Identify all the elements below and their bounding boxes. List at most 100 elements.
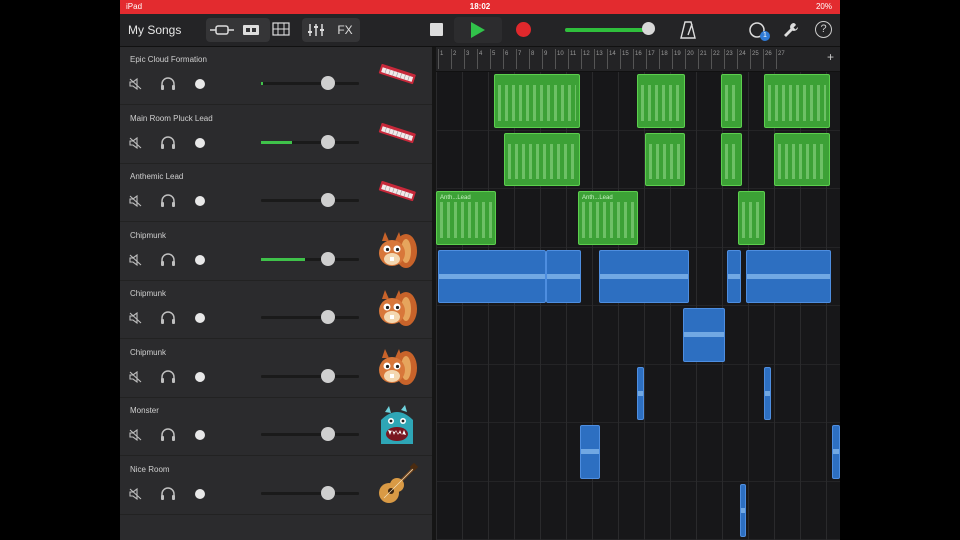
track-volume-knob[interactable] [320, 134, 335, 149]
track-lane[interactable] [436, 189, 840, 248]
track-header[interactable]: Epic Cloud Formation [120, 47, 432, 105]
tracks-view-icon[interactable] [242, 22, 260, 38]
add-section-icon[interactable]: + [827, 50, 834, 64]
mute-icon[interactable] [129, 194, 143, 208]
track-volume-slider[interactable] [261, 310, 359, 324]
guitar-icon[interactable] [375, 462, 419, 507]
track-lane[interactable] [436, 423, 840, 482]
track-volume-knob[interactable] [320, 368, 335, 383]
midi-region[interactable]: Anth...Lead [578, 191, 638, 245]
keyboard-icon[interactable] [375, 170, 419, 214]
record-enable-button[interactable] [195, 254, 205, 265]
track-lane[interactable] [436, 306, 840, 365]
audio-region[interactable] [546, 249, 581, 303]
chipmunk-icon[interactable] [375, 229, 419, 273]
midi-region[interactable] [764, 74, 830, 128]
track-header[interactable]: Chipmunk [120, 281, 432, 339]
track-volume-slider[interactable] [261, 193, 359, 207]
track-volume-slider[interactable] [261, 427, 359, 441]
track-header[interactable]: Anthemic Lead [120, 164, 432, 222]
tracks-area[interactable]: Anth...Lead Anth...Lead [436, 72, 840, 540]
record-enable-button[interactable] [195, 430, 205, 440]
headphones-icon[interactable] [160, 311, 175, 324]
headphones-icon[interactable] [160, 428, 175, 441]
track-volume-knob[interactable] [320, 485, 335, 500]
play-button[interactable] [454, 17, 502, 43]
headphones-icon[interactable] [160, 77, 175, 90]
grid-icon[interactable] [272, 21, 290, 37]
help-icon[interactable]: ? [815, 21, 832, 38]
record-button[interactable] [516, 22, 531, 37]
chipmunk-icon[interactable] [375, 287, 419, 331]
track-header[interactable]: Monster [120, 398, 432, 456]
headphones-icon[interactable] [160, 194, 175, 207]
midi-region[interactable] [738, 191, 765, 245]
track-header[interactable]: Chipmunk [120, 223, 432, 281]
headphones-icon[interactable] [160, 135, 175, 149]
headphones-icon[interactable] [160, 486, 175, 500]
track-volume-knob[interactable] [320, 427, 335, 441]
mute-icon[interactable] [129, 487, 143, 500]
master-volume-slider[interactable] [565, 22, 655, 35]
timeline-ruler[interactable]: + 1 2 3 4 5 6 7 8 9 10 11 12 13 14 15 16 17 18 19 20 21 22 23 2… [436, 47, 840, 72]
midi-region[interactable] [494, 74, 580, 128]
midi-region[interactable]: Anth...Lead [436, 191, 496, 245]
midi-region[interactable] [504, 132, 580, 186]
wrench-icon[interactable] [782, 21, 800, 39]
track-volume-knob[interactable] [320, 193, 335, 207]
browser-icon[interactable] [210, 22, 234, 38]
track-volume-slider[interactable] [261, 485, 359, 500]
my-songs-button[interactable]: My Songs [128, 23, 181, 37]
track-volume-knob[interactable] [320, 251, 335, 266]
audio-region[interactable] [683, 308, 725, 362]
midi-region[interactable] [721, 132, 742, 186]
track-volume-knob[interactable] [320, 310, 335, 324]
audio-region[interactable] [580, 425, 600, 479]
track-lane[interactable] [436, 482, 840, 540]
mute-icon[interactable] [129, 370, 143, 383]
audio-region[interactable] [740, 483, 746, 537]
track-header[interactable]: Main Room Pluck Lead [120, 106, 432, 164]
midi-region[interactable] [637, 74, 685, 128]
audio-region[interactable] [746, 249, 831, 303]
track-volume-slider[interactable] [261, 76, 359, 90]
midi-region[interactable] [721, 74, 742, 128]
stop-button[interactable] [430, 23, 443, 36]
track-volume-slider[interactable] [261, 134, 359, 149]
keyboard-icon[interactable] [375, 53, 419, 97]
midi-region[interactable] [645, 132, 685, 186]
track-header[interactable]: Nice Room [120, 457, 432, 515]
audio-region[interactable] [438, 249, 546, 303]
track-volume-slider[interactable] [261, 368, 359, 383]
master-volume-knob[interactable] [641, 22, 655, 35]
track-volume-knob[interactable] [320, 76, 335, 90]
monster-icon[interactable] [375, 404, 419, 448]
record-enable-button[interactable] [195, 313, 205, 323]
headphones-icon[interactable] [160, 369, 175, 383]
keyboard-icon[interactable] [375, 112, 419, 156]
fx-button[interactable]: FX [334, 22, 356, 38]
record-enable-button[interactable] [195, 488, 205, 499]
midi-region[interactable] [774, 132, 830, 186]
chipmunk-icon[interactable] [375, 346, 419, 390]
record-enable-button[interactable] [195, 79, 205, 89]
record-enable-button[interactable] [195, 196, 205, 206]
track-header[interactable]: Chipmunk [120, 340, 432, 398]
audio-region[interactable] [832, 425, 840, 479]
ruler-tick [659, 49, 660, 69]
headphones-icon[interactable] [160, 252, 175, 266]
audio-region[interactable] [727, 249, 741, 303]
audio-region[interactable] [637, 366, 644, 420]
mixer-icon[interactable] [306, 22, 326, 38]
audio-region[interactable] [599, 249, 689, 303]
audio-region[interactable] [764, 366, 771, 420]
mute-icon[interactable] [129, 136, 143, 149]
record-enable-button[interactable] [195, 371, 205, 382]
mute-icon[interactable] [129, 428, 143, 442]
metronome-icon[interactable] [680, 21, 696, 39]
track-volume-slider[interactable] [261, 251, 359, 266]
mute-icon[interactable] [129, 311, 143, 325]
mute-icon[interactable] [129, 77, 143, 91]
record-enable-button[interactable] [195, 137, 205, 148]
mute-icon[interactable] [129, 253, 143, 266]
